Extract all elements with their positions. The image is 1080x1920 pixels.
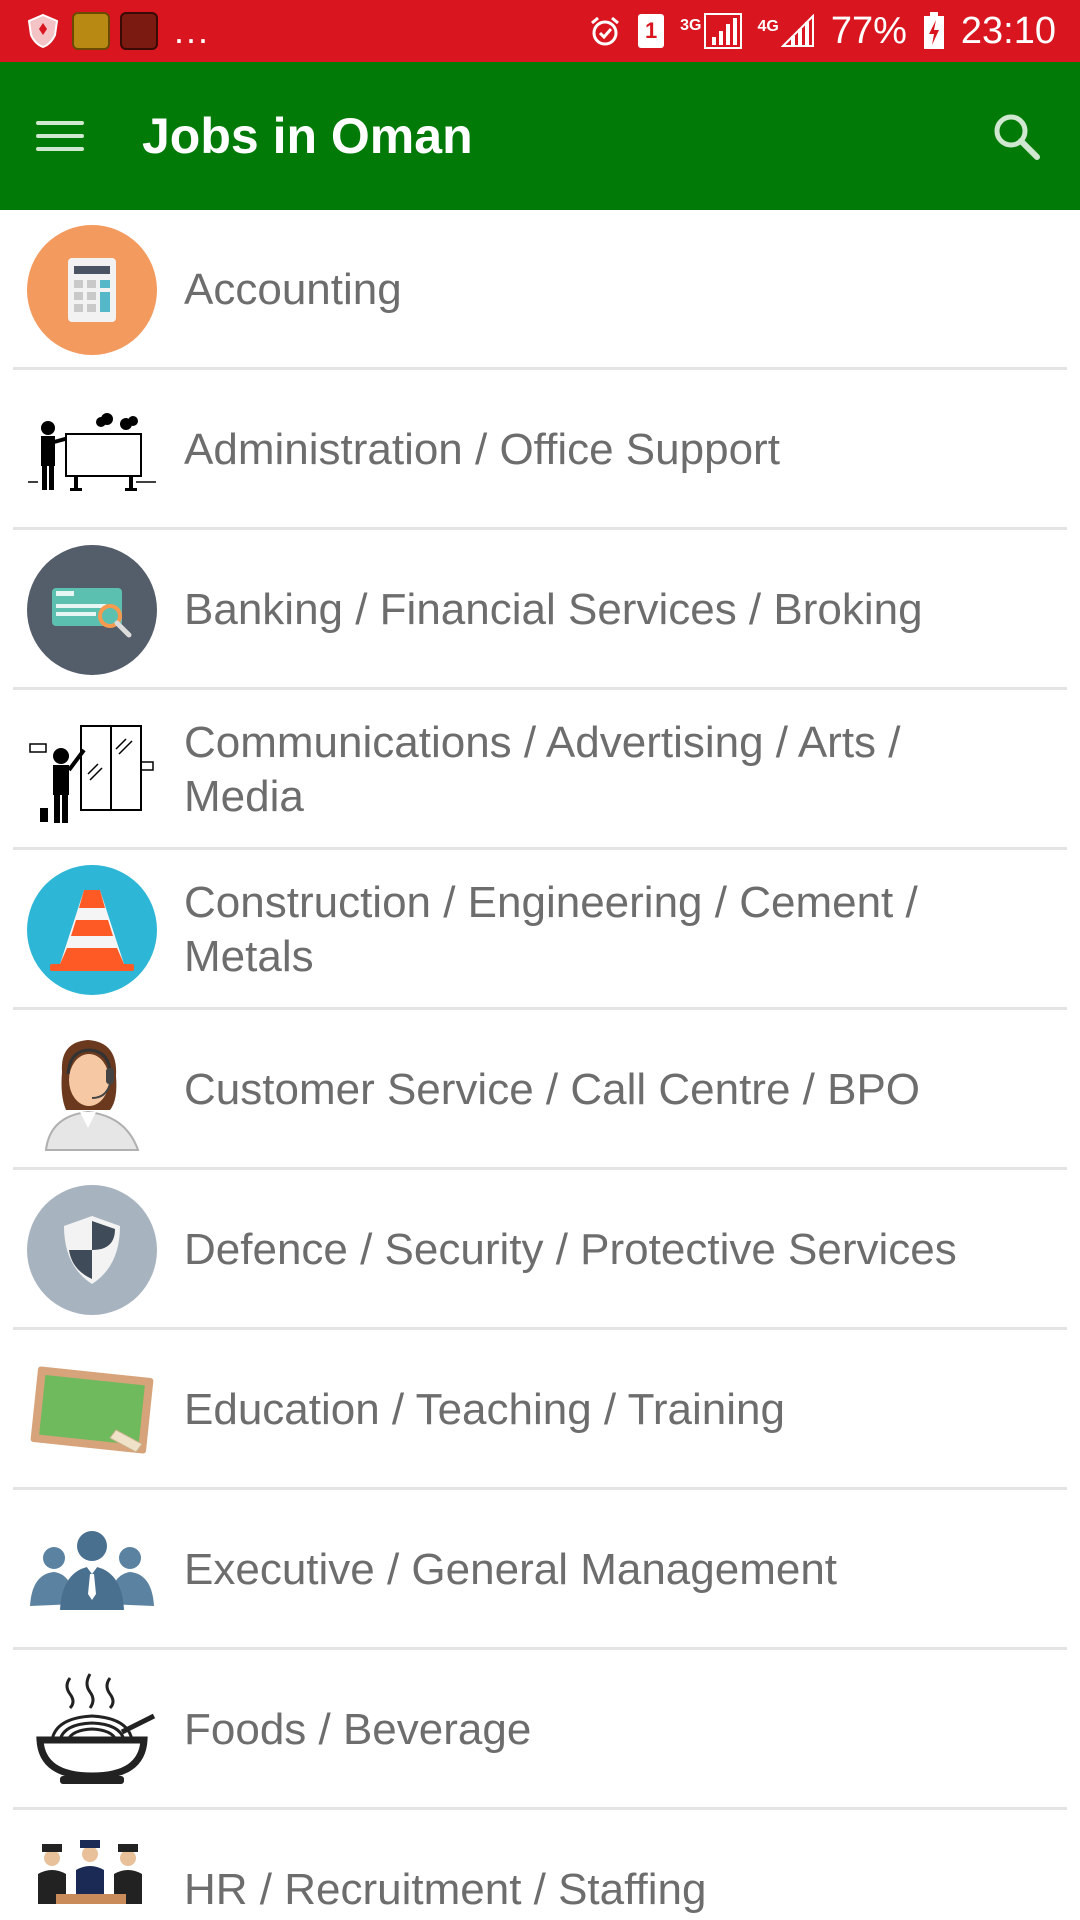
executive-group-icon xyxy=(26,1504,158,1636)
status-bar: ... 1 3G 4G 77% 23:10 xyxy=(0,0,1080,62)
list-item[interactable]: Foods / Beverage xyxy=(0,1650,1080,1810)
list-item[interactable]: Education / Teaching / Training xyxy=(0,1330,1080,1490)
battery-charging-icon xyxy=(923,12,945,50)
signal-3g-icon: 3G xyxy=(680,13,742,49)
category-label: Customer Service / Call Centre / BPO xyxy=(184,1065,921,1114)
list-item[interactable]: Construction / Engineering / Cement / Me… xyxy=(0,850,1080,1010)
system-indicators: 1 3G 4G 77% 23:10 xyxy=(588,10,1056,53)
call-center-agent-icon xyxy=(26,1024,158,1156)
traffic-cone-icon xyxy=(26,864,158,996)
category-list: Accounting Administration / Office Suppo… xyxy=(0,210,1080,1920)
page-title: Jobs in Oman xyxy=(142,108,473,164)
notification-icons: ... xyxy=(24,12,210,50)
list-item[interactable]: Accounting xyxy=(0,210,1080,370)
list-item[interactable]: Administration / Office Support xyxy=(0,370,1080,530)
category-label: Construction / Engineering / Cement / Me… xyxy=(184,878,918,981)
presenter-board-icon xyxy=(26,384,158,516)
calculator-icon xyxy=(26,224,158,356)
network-3g-label: 3G xyxy=(680,17,702,34)
sim-slot-icon: 1 xyxy=(638,14,665,48)
shield-notification-icon xyxy=(24,12,62,50)
network-4g-label: 4G xyxy=(757,18,779,35)
category-label: Banking / Financial Services / Broking xyxy=(184,585,923,634)
alarm-icon xyxy=(588,14,622,48)
cheque-icon xyxy=(26,544,158,676)
chalkboard-icon xyxy=(26,1344,158,1476)
category-label: Executive / General Management xyxy=(184,1545,838,1594)
battery-percentage: 77% xyxy=(830,9,907,52)
painter-icon xyxy=(26,704,158,836)
list-item[interactable]: HR / Recruitment / Staffing xyxy=(0,1810,1080,1920)
category-label: Communications / Advertising / Arts / Me… xyxy=(184,718,901,821)
noodle-bowl-icon xyxy=(26,1664,158,1796)
staff-group-icon xyxy=(26,1824,158,1920)
app-notification-icon-2 xyxy=(120,12,158,50)
more-notifications-indicator: ... xyxy=(174,10,211,51)
hamburger-menu-icon[interactable] xyxy=(36,112,84,160)
list-item[interactable]: Executive / General Management xyxy=(0,1490,1080,1650)
signal-4g-icon: 4G xyxy=(758,14,815,48)
clock: 23:10 xyxy=(960,9,1056,52)
app-notification-icon xyxy=(72,12,110,50)
category-label: Administration / Office Support xyxy=(184,425,780,474)
category-label: HR / Recruitment / Staffing xyxy=(184,1865,707,1914)
category-label: Education / Teaching / Training xyxy=(184,1385,785,1434)
app-bar: Jobs in Oman xyxy=(0,62,1080,210)
search-icon[interactable] xyxy=(988,108,1044,164)
shield-icon xyxy=(26,1184,158,1316)
list-item[interactable]: Customer Service / Call Centre / BPO xyxy=(0,1010,1080,1170)
list-item[interactable]: Defence / Security / Protective Services xyxy=(0,1170,1080,1330)
category-label: Foods / Beverage xyxy=(184,1705,532,1754)
category-label: Defence / Security / Protective Services xyxy=(184,1225,957,1274)
list-item[interactable]: Banking / Financial Services / Broking xyxy=(0,530,1080,690)
category-label: Accounting xyxy=(184,265,402,314)
list-item[interactable]: Communications / Advertising / Arts / Me… xyxy=(0,690,1080,850)
